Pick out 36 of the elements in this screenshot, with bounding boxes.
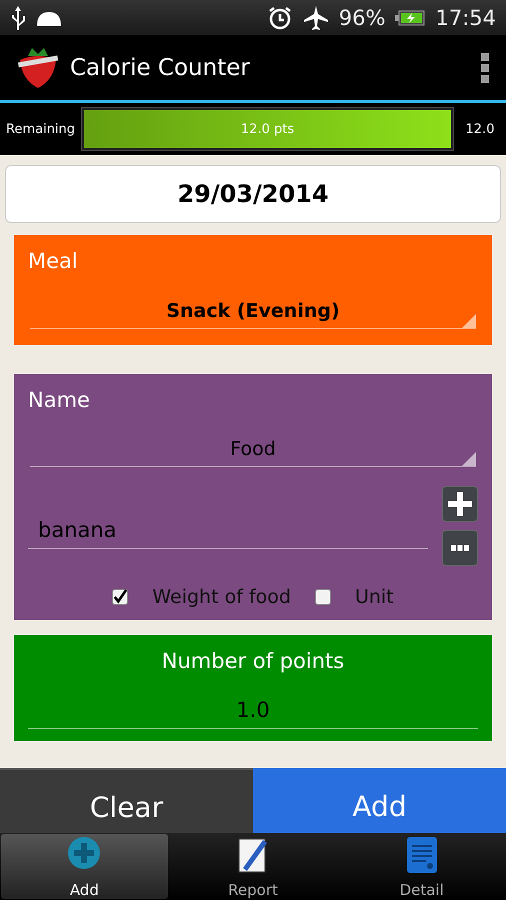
meal-label: Meal	[28, 249, 79, 273]
alarm-clock-icon	[266, 4, 293, 30]
tab[interactable]: Add	[1, 834, 168, 899]
meal-dropdown[interactable]: Snack (Evening)	[30, 294, 476, 329]
usb-icon	[10, 6, 26, 30]
progress-reading: 12.0 pts	[240, 122, 294, 136]
add-button[interactable]: Add	[253, 768, 506, 833]
checkbox[interactable]	[314, 588, 331, 605]
tab[interactable]: Report	[170, 834, 336, 899]
airplane-icon	[302, 4, 329, 30]
more-button[interactable]	[442, 530, 478, 566]
checkbox-label: Unit	[354, 586, 394, 608]
document-icon	[406, 836, 438, 874]
dropdown-arrow-icon	[462, 452, 476, 466]
more-icon	[451, 545, 469, 552]
clock-time: 17:54	[435, 6, 496, 30]
overflow-menu-icon[interactable]	[480, 52, 490, 84]
plus-circle-icon	[67, 836, 102, 870]
remaining-label: Remaining	[6, 122, 76, 136]
name-label: Name	[28, 388, 91, 412]
remaining-value: 12.0	[464, 122, 496, 136]
clear-button[interactable]: Clear	[0, 768, 253, 833]
strawberry-icon	[16, 46, 60, 90]
checkbox-label: Weight of food	[152, 586, 291, 608]
points-field[interactable]: 1.0	[28, 698, 478, 729]
battery-percent: 96%	[338, 6, 386, 30]
points-label: Number of points	[162, 649, 344, 673]
tab[interactable]: Detail	[338, 834, 506, 899]
add-button[interactable]	[442, 486, 478, 522]
notepad-pen-icon	[237, 836, 269, 874]
app-title: Calorie Counter	[70, 54, 251, 80]
date-button[interactable]: 29/03/2014	[5, 165, 501, 223]
plus-icon	[448, 492, 472, 516]
checkbox[interactable]	[112, 588, 128, 605]
dropdown-arrow-icon	[462, 314, 476, 328]
battery-charging-icon	[395, 10, 426, 26]
